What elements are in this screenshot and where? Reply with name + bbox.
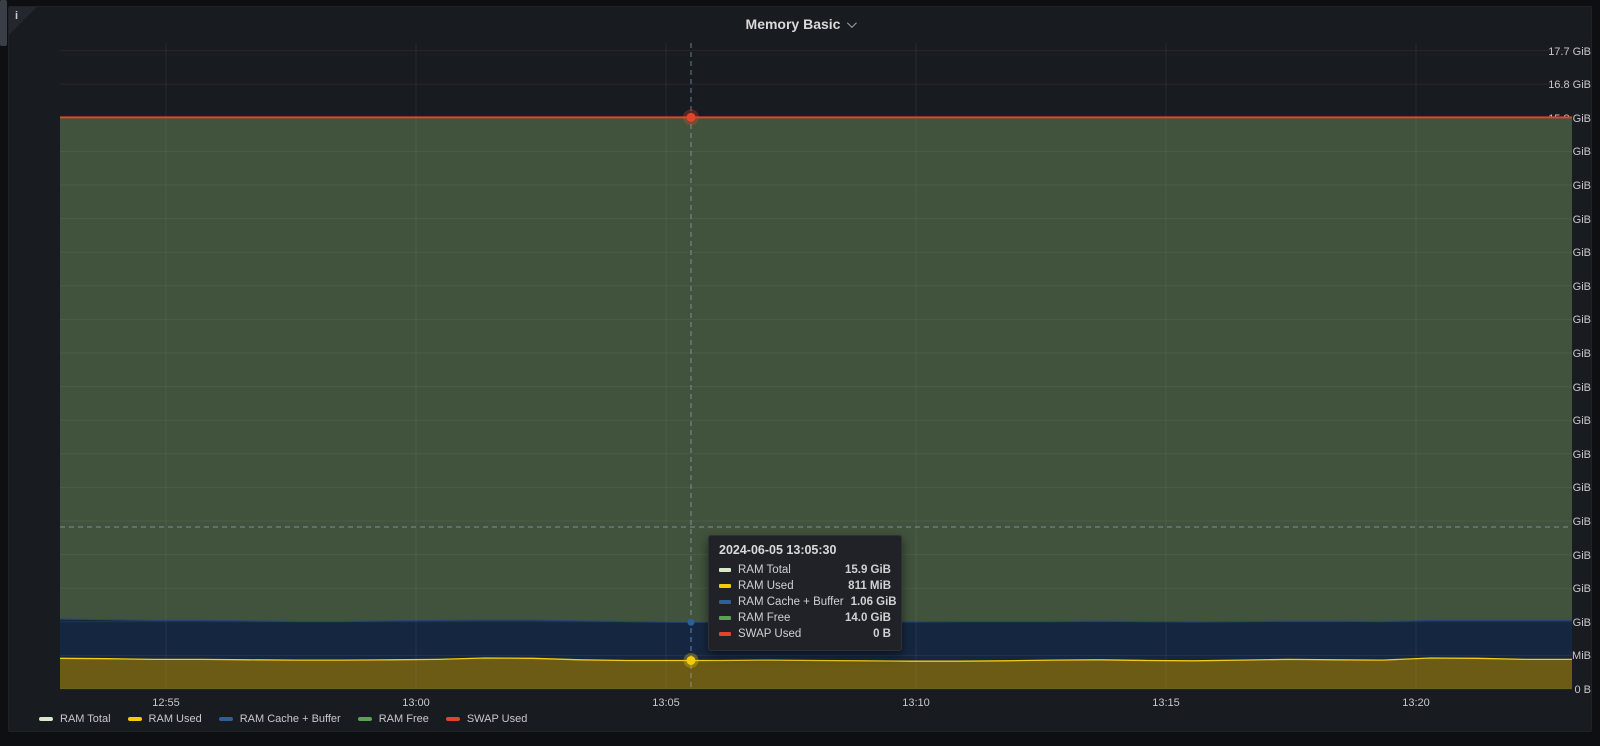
x-axis-label: 13:10	[902, 697, 930, 709]
legend-item-ram-cache-buffer[interactable]: RAM Cache + Buffer	[219, 713, 341, 725]
tooltip-row: SWAP Used 0 B	[719, 626, 891, 642]
memory-basic-panel: i Memory Basic 0 B954 MiB1.86 GiB2.79 Gi…	[8, 6, 1592, 732]
tooltip-series-value: 811 MiB	[848, 580, 891, 592]
tooltip-series-swatch	[719, 568, 731, 572]
legend-swatch	[39, 717, 53, 721]
tooltip-series-swatch	[719, 616, 731, 620]
tooltip-series-swatch	[719, 632, 731, 636]
tooltip: 2024-06-05 13:05:30 RAM Total15.9 GiBRAM…	[708, 535, 902, 651]
panel-title[interactable]: Memory Basic	[746, 16, 841, 32]
hover-point-ram-used	[687, 656, 696, 665]
tooltip-series-label: RAM Cache + Buffer	[738, 596, 844, 608]
tooltip-series-value: 14.0 GiB	[845, 612, 891, 624]
x-axis-label: 13:00	[402, 697, 430, 709]
legend-label: SWAP Used	[467, 713, 528, 725]
tooltip-series-swatch	[719, 584, 731, 588]
x-axis-label: 12:55	[152, 697, 180, 709]
tooltip-series-swatch	[719, 600, 731, 604]
legend-label: RAM Used	[149, 713, 202, 725]
legend-swatch	[446, 717, 460, 721]
tooltip-row: RAM Free 14.0 GiB	[719, 610, 891, 626]
panel-header[interactable]: Memory Basic	[9, 7, 1591, 41]
tooltip-series-label: RAM Total	[738, 564, 838, 576]
tooltip-series-value: 15.9 GiB	[845, 564, 891, 576]
legend-label: RAM Free	[379, 713, 429, 725]
tooltip-series-value: 0 B	[873, 628, 891, 640]
tooltip-row: RAM Used 811 MiB	[719, 578, 891, 594]
chevron-down-icon[interactable]	[847, 18, 857, 28]
hover-point-swap-used	[687, 113, 696, 122]
tooltip-timestamp: 2024-06-05 13:05:30	[719, 543, 891, 557]
ram-used-area	[60, 658, 1572, 689]
legend-item-swap-used[interactable]: SWAP Used	[446, 713, 528, 725]
tooltip-row: RAM Cache + Buffer1.06 GiB	[719, 594, 891, 610]
x-axis-label: 13:05	[652, 697, 680, 709]
legend-item-ram-used[interactable]: RAM Used	[128, 713, 202, 725]
legend-swatch	[358, 717, 372, 721]
hover-point-ram-cache-buffer	[688, 619, 695, 626]
legend-item-ram-free[interactable]: RAM Free	[358, 713, 429, 725]
legend-swatch	[219, 717, 233, 721]
tooltip-series-value: 1.06 GiB	[851, 596, 897, 608]
tooltip-rows: RAM Total 15.9 GiB RAM Used 811 MiB RAM Cach…	[719, 562, 891, 642]
left-scrollbar-thumb[interactable]	[0, 0, 7, 46]
legend-label: RAM Total	[60, 713, 111, 725]
x-axis-label: 13:20	[1402, 697, 1430, 709]
tooltip-series-label: RAM Used	[738, 580, 841, 592]
tooltip-series-label: SWAP Used	[738, 628, 866, 640]
legend-swatch	[128, 717, 142, 721]
tooltip-series-label: RAM Free	[738, 612, 838, 624]
tooltip-row: RAM Total 15.9 GiB	[719, 562, 891, 578]
legend-item-ram-total[interactable]: RAM Total	[39, 713, 111, 725]
x-axis-label: 13:15	[1152, 697, 1180, 709]
legend-label: RAM Cache + Buffer	[240, 713, 341, 725]
legend: RAM Total RAM Used RAM Cache + Buffer RAM F…	[39, 711, 527, 727]
page: i Memory Basic 0 B954 MiB1.86 GiB2.79 Gi…	[0, 0, 1600, 746]
